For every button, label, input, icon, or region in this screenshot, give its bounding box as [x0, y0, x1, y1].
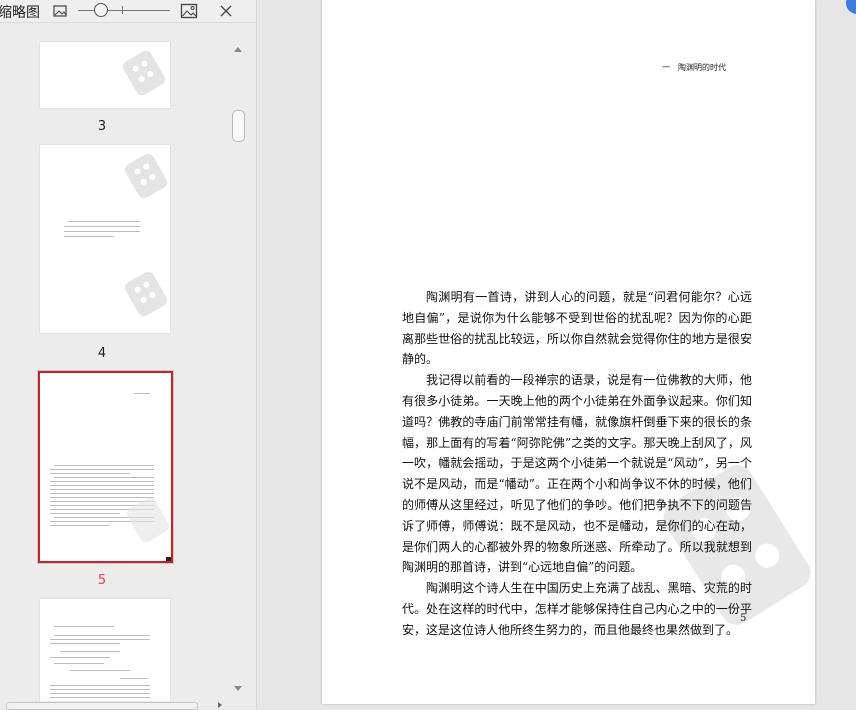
watermark-icon [120, 48, 168, 98]
scroll-right-arrow-icon[interactable] [218, 702, 222, 708]
thumbnail-toolbar: 缩略图 [0, 0, 256, 23]
thumbnail-panel: 缩略图 3 4 5 [0, 0, 257, 710]
thumbnail-page-number: 3 [97, 119, 107, 134]
scroll-up-arrow-icon[interactable] [234, 47, 242, 52]
thumbnail-page-5-selected[interactable] [37, 370, 174, 564]
scrollbar-thumb[interactable] [232, 110, 245, 142]
thumbnail-page-3[interactable] [40, 42, 170, 108]
paragraph: 陶渊明有一首诗，讲到人心的问题，就是“问君何能尔？心远地自偏”，是说你为什么能够… [402, 290, 752, 367]
watermark-icon [124, 495, 171, 545]
paragraph: 我记得以前看的一段禅宗的语录，说是有一位佛教的大师，他有很多小徒弟。一天晚上他的… [402, 373, 752, 575]
paragraph: 陶渊明这个诗人生在中国历史上充满了战乱、黑暗、灾荒的时代。处在这样的时代中，怎样… [402, 581, 752, 637]
image-large-icon[interactable] [180, 2, 198, 20]
running-header: 一 陶渊明的时代 [662, 63, 726, 72]
page-number: 5 [740, 613, 747, 624]
selection-corner-handle [166, 557, 171, 561]
watermark-icon [122, 151, 170, 201]
zoom-slider-tick [122, 6, 123, 14]
thumbnail-horizontal-scrollbar[interactable] [0, 701, 230, 710]
zoom-slider-thumb[interactable] [94, 3, 108, 17]
thumbnail-page-6[interactable] [40, 599, 170, 701]
watermark-icon [122, 269, 170, 319]
thumbnail-page-4[interactable] [40, 145, 170, 333]
body-text: 陶渊明有一首诗，讲到人心的问题，就是“问君何能尔？心远地自偏”，是说你为什么能够… [402, 287, 752, 641]
thumbnail-page-number: 5 [97, 573, 107, 588]
thumbnail-vertical-scrollbar[interactable] [231, 44, 245, 698]
image-small-icon[interactable] [52, 3, 68, 19]
document-page: 一 陶渊明的时代 陶渊明有一首诗，讲到人心的问题，就是“问君何能尔？心远地自偏”… [322, 0, 815, 704]
thumbnail-page-number: 4 [97, 346, 107, 361]
thumbnail-list: 3 4 5 [0, 23, 230, 701]
panel-title: 缩略图 [0, 5, 40, 21]
account-avatar-icon[interactable] [846, 0, 856, 14]
zoom-slider-track[interactable] [78, 10, 170, 11]
scroll-down-arrow-icon[interactable] [234, 686, 242, 691]
close-icon[interactable] [218, 3, 234, 19]
